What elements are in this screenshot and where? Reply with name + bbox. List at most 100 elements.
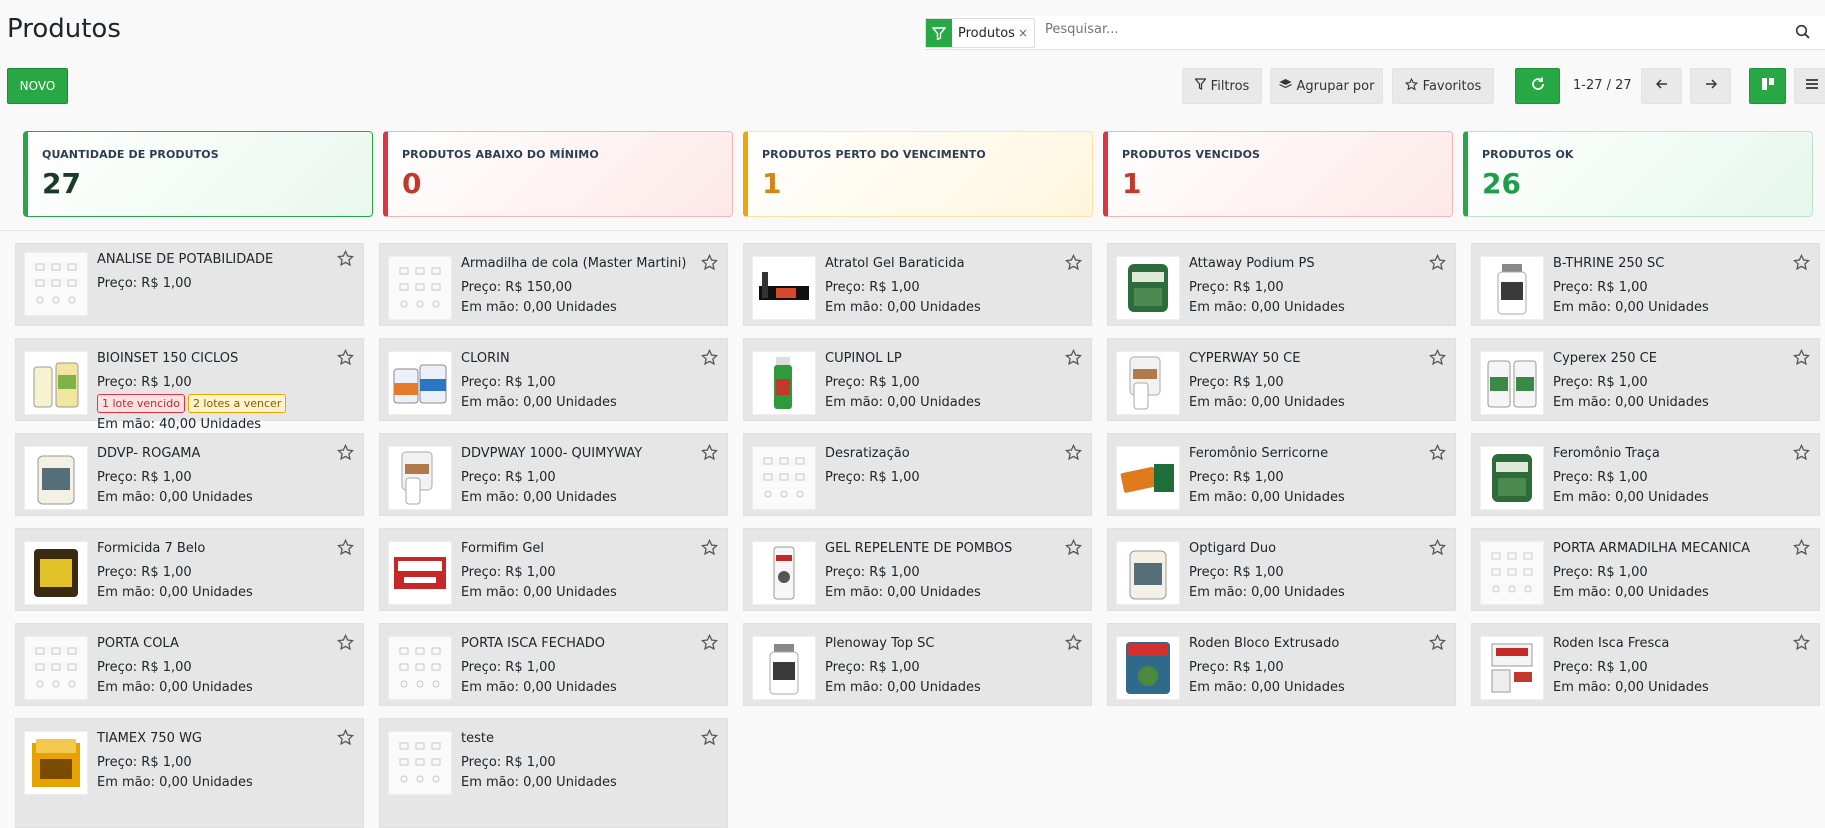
favorites-button[interactable]: Favoritos: [1392, 68, 1494, 104]
product-name: Feromônio Serricorne: [1189, 446, 1329, 461]
star-icon[interactable]: [700, 253, 719, 275]
product-card[interactable]: Formifim Gel Preço: R$ 1,00 Em mão: 0,00 U…: [379, 528, 728, 611]
product-card[interactable]: Atratol Gel Baraticida Preço: R$ 1,00 Em m…: [743, 243, 1092, 326]
product-card[interactable]: Roden Isca Fresca Preço: R$ 1,00 Em mão: 0…: [1471, 623, 1820, 706]
filters-button[interactable]: Filtros: [1182, 68, 1262, 104]
star-icon[interactable]: [700, 538, 719, 560]
star-icon[interactable]: [1064, 538, 1083, 560]
list-view-button[interactable]: [1794, 68, 1825, 104]
star-icon[interactable]: [1064, 633, 1083, 655]
facet-remove-icon[interactable]: ×: [1018, 19, 1034, 47]
product-card[interactable]: Plenoway Top SC Preço: R$ 1,00 Em mão: 0,0…: [743, 623, 1092, 706]
star-icon[interactable]: [1428, 348, 1447, 370]
product-image: [1116, 446, 1180, 510]
star-icon[interactable]: [1428, 253, 1447, 275]
refresh-button[interactable]: [1515, 68, 1560, 104]
product-card[interactable]: DDVP- ROGAMA Preço: R$ 1,00 Em mão: 0,00 U…: [15, 433, 364, 516]
product-card[interactable]: TIAMEX 750 WG Preço: R$ 1,00 Em mão: 0,00 …: [15, 718, 364, 828]
product-card[interactable]: CYPERWAY 50 CE Preço: R$ 1,00 Em mão: 0,00…: [1107, 338, 1456, 421]
product-price: Preço: R$ 1,00: [1553, 280, 1648, 295]
product-card[interactable]: Cyperex 250 CE Preço: R$ 1,00 Em mão: 0,00…: [1471, 338, 1820, 421]
product-card[interactable]: CLORIN Preço: R$ 1,00 Em mão: 0,00 Unidade…: [379, 338, 728, 421]
product-price: Preço: R$ 1,00: [1189, 565, 1284, 580]
star-icon[interactable]: [336, 443, 355, 465]
product-card[interactable]: GEL REPELENTE DE POMBOS Preço: R$ 1,00 Em …: [743, 528, 1092, 611]
kpi-card[interactable]: PRODUTOS ABAIXO DO MÍNIMO 0: [383, 131, 733, 217]
product-card[interactable]: Attaway Podium PS Preço: R$ 1,00 Em mão: 0…: [1107, 243, 1456, 326]
star-icon[interactable]: [1792, 348, 1811, 370]
group-by-button[interactable]: Agrupar por: [1270, 68, 1383, 104]
next-page-button[interactable]: [1690, 68, 1731, 104]
product-stock: Em mão: 0,00 Unidades: [461, 680, 617, 695]
star-icon[interactable]: [336, 633, 355, 655]
product-stock: Em mão: 0,00 Unidades: [1189, 395, 1345, 410]
product-card[interactable]: Armadilha de cola (Master Martini) Preço:…: [379, 243, 728, 326]
product-image: [388, 446, 452, 510]
star-icon[interactable]: [1792, 443, 1811, 465]
product-card[interactable]: teste Preço: R$ 1,00 Em mão: 0,00 Unidades: [379, 718, 728, 828]
star-icon[interactable]: [1428, 443, 1447, 465]
star-icon[interactable]: [1064, 348, 1083, 370]
search-bar[interactable]: Produtos ×: [925, 16, 1825, 50]
kpi-card[interactable]: PRODUTOS OK 26: [1463, 131, 1813, 217]
product-image: [1480, 256, 1544, 320]
product-name: Formifim Gel: [461, 541, 545, 556]
star-icon[interactable]: [336, 249, 355, 271]
product-image: [752, 351, 816, 415]
star-icon[interactable]: [700, 348, 719, 370]
search-icon[interactable]: [1795, 24, 1811, 44]
product-card[interactable]: PORTA ISCA FECHADO Preço: R$ 1,00 Em mão: …: [379, 623, 728, 706]
product-card[interactable]: PORTA COLA Preço: R$ 1,00 Em mão: 0,00 Uni…: [15, 623, 364, 706]
product-stock: Em mão: 0,00 Unidades: [825, 395, 981, 410]
product-card[interactable]: PORTA ARMADILHA MECANICA Preço: R$ 1,00 Em…: [1471, 528, 1820, 611]
pager-value[interactable]: 1-27 / 27: [1573, 78, 1632, 93]
product-name: Roden Bloco Extrusado: [1189, 636, 1340, 651]
kpi-label: QUANTIDADE DE PRODUTOS: [42, 148, 219, 161]
product-card[interactable]: Formicida 7 Belo Preço: R$ 1,00 Em mão: 0,…: [15, 528, 364, 611]
product-card[interactable]: CUPINOL LP Preço: R$ 1,00 Em mão: 0,00 Uni…: [743, 338, 1092, 421]
star-icon[interactable]: [336, 348, 355, 370]
product-image: [1116, 541, 1180, 605]
star-icon[interactable]: [1428, 633, 1447, 655]
star-icon[interactable]: [1792, 253, 1811, 275]
product-card[interactable]: Feromônio Traça Preço: R$ 1,00 Em mão: 0,0…: [1471, 433, 1820, 516]
product-image: [24, 252, 88, 316]
product-price: Preço: R$ 1,00: [1553, 660, 1648, 675]
search-facet[interactable]: Produtos ×: [925, 18, 1036, 48]
new-button[interactable]: NOVO: [7, 68, 68, 104]
star-icon[interactable]: [700, 443, 719, 465]
star-icon[interactable]: [1428, 538, 1447, 560]
product-card[interactable]: Desratização Preço: R$ 1,00: [743, 433, 1092, 516]
product-card[interactable]: DDVPWAY 1000- QUIMYWAY Preço: R$ 1,00 Em m…: [379, 433, 728, 516]
product-stock: Em mão: 0,00 Unidades: [825, 585, 981, 600]
star-icon[interactable]: [1064, 443, 1083, 465]
kpi-card[interactable]: PRODUTOS PERTO DO VENCIMENTO 1: [743, 131, 1093, 217]
arrow-right-icon: [1705, 78, 1717, 94]
star-icon: [1404, 77, 1418, 95]
product-image: [24, 351, 88, 415]
product-price: Preço: R$ 1,00: [461, 755, 556, 770]
star-icon[interactable]: [1064, 253, 1083, 275]
star-icon[interactable]: [1792, 538, 1811, 560]
product-card[interactable]: Feromônio Serricorne Preço: R$ 1,00 Em mão…: [1107, 433, 1456, 516]
star-icon[interactable]: [1792, 633, 1811, 655]
kpi-card[interactable]: PRODUTOS VENCIDOS 1: [1103, 131, 1453, 217]
product-card[interactable]: B-THRINE 250 SC Preço: R$ 1,00 Em mão: 0,0…: [1471, 243, 1820, 326]
product-image: [24, 731, 88, 795]
search-input[interactable]: [1045, 22, 1725, 37]
product-image: [1480, 541, 1544, 605]
product-price: Preço: R$ 1,00: [1189, 470, 1284, 485]
kpi-card[interactable]: QUANTIDADE DE PRODUTOS 27: [23, 131, 373, 217]
product-card[interactable]: ANALISE DE POTABILIDADE Preço: R$ 1,00: [15, 243, 364, 326]
product-card[interactable]: Roden Bloco Extrusado Preço: R$ 1,00 Em mã…: [1107, 623, 1456, 706]
product-image: [1116, 256, 1180, 320]
product-name: BIOINSET 150 CICLOS: [97, 351, 239, 366]
product-card[interactable]: BIOINSET 150 CICLOS Preço: R$ 1,00 1 lote …: [15, 338, 364, 432]
product-card[interactable]: Optigard Duo Preço: R$ 1,00 Em mão: 0,00 U…: [1107, 528, 1456, 611]
star-icon[interactable]: [336, 728, 355, 750]
previous-page-button[interactable]: [1641, 68, 1682, 104]
star-icon[interactable]: [336, 538, 355, 560]
star-icon[interactable]: [700, 633, 719, 655]
star-icon[interactable]: [700, 728, 719, 750]
kanban-view-button[interactable]: [1749, 68, 1786, 104]
